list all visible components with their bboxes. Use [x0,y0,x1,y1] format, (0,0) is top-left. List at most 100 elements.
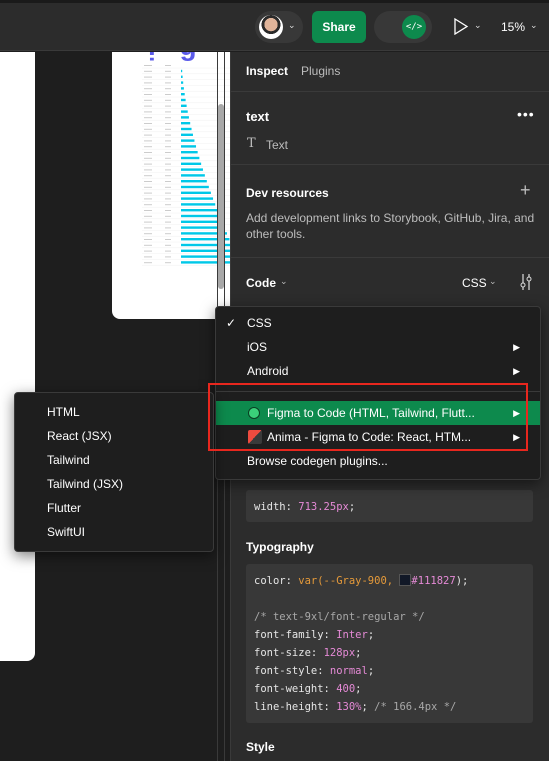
mini-text [165,175,171,177]
chevron-down-icon[interactable]: ⌄ [474,20,482,31]
mini-bar [181,104,187,107]
mini-text [165,152,171,153]
mini-bar [181,133,193,136]
submenu-arrow-icon: ▶ [513,342,520,352]
dev-resources-description: Add development links to Storybook, GitH… [246,211,535,241]
css-property: color [254,575,286,587]
mini-bar [181,151,198,154]
mini-text [144,140,152,142]
mini-text [165,198,171,200]
menu-item-css[interactable]: ✓ CSS [216,311,540,335]
mini-text [165,262,171,264]
mini-text [144,204,152,206]
mini-text [165,233,171,235]
mini-text [144,210,152,211]
chevron-down-icon[interactable]: ⌄ [489,276,497,287]
mini-bar [181,174,205,177]
mini-bar [181,209,218,212]
mini-text [165,221,171,223]
mini-bar [181,191,211,194]
submenu-item-tailwind[interactable]: Tailwind [47,453,90,467]
chevron-down-icon[interactable]: ⌄ [280,276,288,287]
more-icon[interactable]: ••• [517,106,535,122]
zoom-level[interactable]: 15% [501,20,525,34]
share-button[interactable]: Share [312,11,366,43]
chevron-down-icon[interactable]: ⌄ [530,20,538,31]
mini-text [144,76,152,78]
submenu-item-react-jsx[interactable]: React (JSX) [47,429,112,443]
mini-text [165,239,171,240]
mini-bar [181,87,184,90]
mini-text [165,94,171,95]
menu-item-android[interactable]: Android ▶ [216,359,540,383]
css-var-function: var(--Gray-900, [298,575,400,587]
mini-text [144,65,152,66]
mini-bar [181,162,202,165]
typography-title: Typography [246,540,314,554]
check-icon: ✓ [226,316,237,330]
menu-item-label: Android [247,364,289,378]
submenu-item-flutter[interactable]: Flutter [47,501,81,515]
css-property: font-style [254,665,318,677]
mini-text [144,169,152,171]
highlight-annotation-box [208,383,528,451]
mini-text [165,128,171,130]
code-icon[interactable]: </> [402,15,426,39]
settings-sliders-icon[interactable] [519,273,533,291]
menu-item-ios[interactable]: iOS ▶ [216,335,540,359]
mini-text [165,163,171,165]
css-property: line-height [254,701,324,713]
submenu-item-tailwind-jsx[interactable]: Tailwind (JSX) [47,477,123,491]
mini-text [165,70,171,72]
css-value: 713.25px [298,501,349,513]
canvas-frame[interactable] [0,52,35,661]
mini-text [144,186,152,188]
mini-text [165,204,171,206]
mini-text [165,99,171,101]
mini-bar [181,98,186,102]
divider [230,91,549,92]
chevron-down-icon[interactable]: ⌄ [288,20,296,31]
typography-code-block[interactable]: color: var(--Gray-900, #111827); /* text… [246,564,533,723]
mini-text [165,227,171,229]
code-language-select[interactable]: CSS [462,276,487,290]
mini-bar [181,93,185,96]
mini-text [144,175,152,177]
submenu-item-html[interactable]: HTML [47,405,80,419]
mini-text [165,210,171,211]
submenu-item-swiftui[interactable]: SwiftUI [47,525,85,539]
mini-text [144,198,152,200]
layer-type: Text [266,138,289,152]
tab-plugins[interactable]: Plugins [301,64,340,78]
avatar[interactable] [259,15,283,39]
mini-text [144,233,152,235]
mini-bar [181,220,223,223]
mini-text [144,163,152,165]
play-icon[interactable] [453,18,469,35]
mini-bar [181,75,183,78]
mini-text [144,128,152,130]
mini-bar [181,81,184,84]
add-icon[interactable]: + [520,180,531,201]
mini-text [165,250,171,252]
mini-text [144,88,152,90]
color-swatch [399,574,412,586]
mini-bar [181,139,195,142]
mini-bar [181,249,235,252]
menu-item-label: Browse codegen plugins... [247,454,388,468]
mini-bar [181,116,189,119]
mini-text [165,111,171,113]
mini-bar [181,69,183,73]
mini-text [144,239,152,240]
mini-bar [181,180,207,183]
css-value: #111827 [411,575,456,587]
mini-text [144,82,152,84]
menu-item-browse-plugins[interactable]: Browse codegen plugins... [216,449,540,473]
mini-text [144,123,152,124]
mini-bar [181,214,220,218]
layout-code-block[interactable]: width: 713.25px; [246,490,533,522]
tab-inspect[interactable]: Inspect [246,64,288,78]
mini-text [144,99,152,101]
menu-item-label: iOS [247,340,268,354]
mini-text [144,146,152,148]
